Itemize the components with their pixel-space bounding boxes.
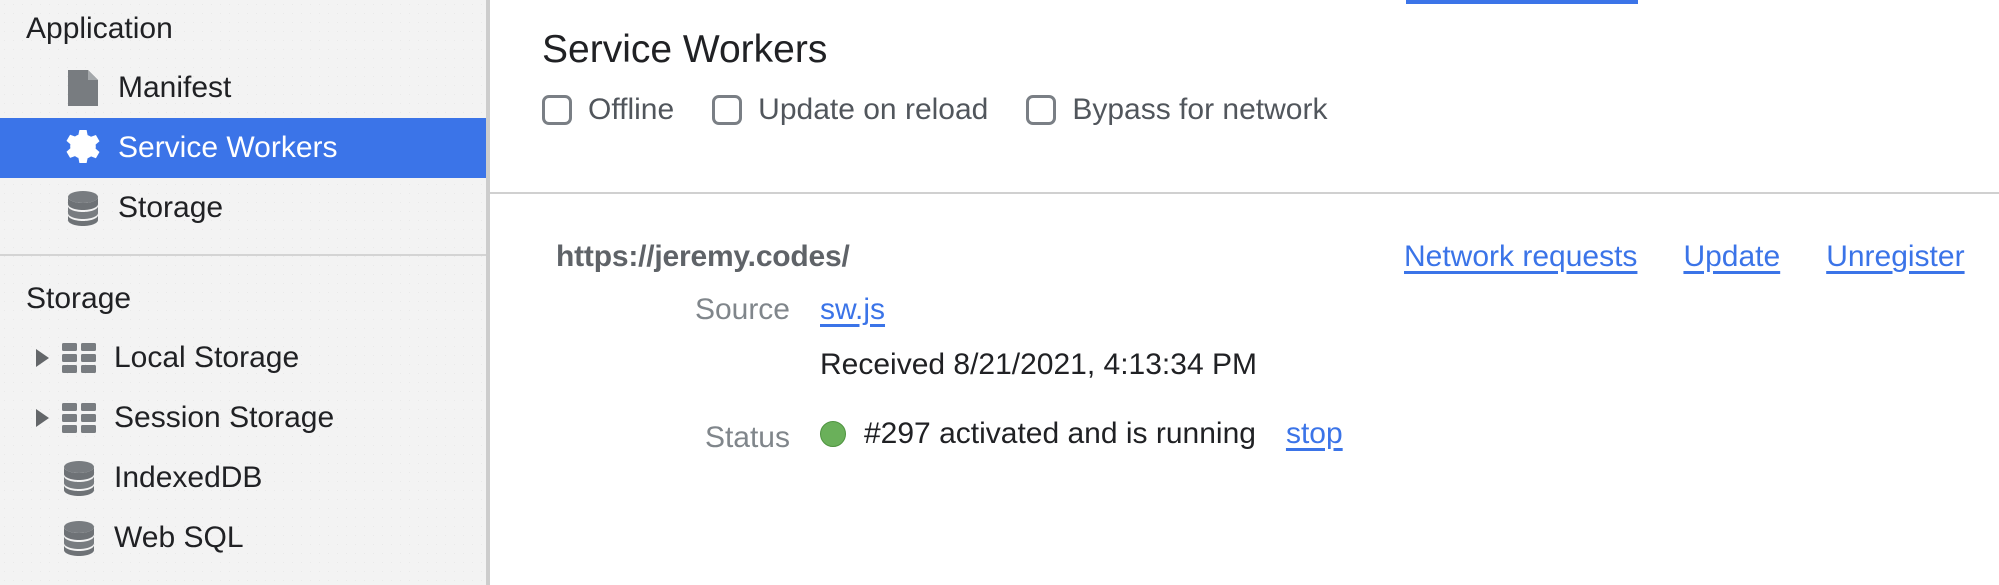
source-row: Source sw.js: [490, 292, 1999, 328]
checkbox-label: Update on reload: [758, 93, 989, 126]
status-row: Status #297 activated and is running sto…: [490, 416, 1999, 456]
chevron-right-icon[interactable]: [26, 343, 58, 373]
sidebar-item-label: Session Storage: [114, 401, 335, 434]
sidebar-section-header-storage: Storage: [26, 282, 132, 315]
chevron-placeholder-icon: [26, 523, 58, 553]
registration-header-row: https://jeremy.codes/ Network requests U…: [490, 192, 1999, 273]
source-file-link[interactable]: sw.js: [820, 292, 885, 328]
sidebar-item-indexeddb[interactable]: IndexedDB: [0, 448, 488, 508]
sidebar-item-label: Service Workers: [118, 131, 338, 164]
sidebar-item-label: Web SQL: [114, 521, 244, 554]
checkbox-label: Offline: [588, 93, 675, 126]
checkbox-box[interactable]: [712, 95, 743, 125]
database-icon: [62, 187, 104, 229]
update-link[interactable]: Update: [1683, 240, 1780, 274]
registration-scope-url: https://jeremy.codes/: [556, 240, 850, 273]
sidebar-item-label: Storage: [118, 191, 224, 224]
checkbox-offline[interactable]: Offline: [542, 95, 674, 125]
network-requests-link[interactable]: Network requests: [1404, 240, 1637, 274]
checkbox-bypass-for-network[interactable]: Bypass for network: [1026, 95, 1327, 125]
received-timestamp: Received 8/21/2021, 4:13:34 PM: [820, 348, 1257, 381]
database-icon: [58, 457, 100, 499]
sidebar-resize-handle[interactable]: [486, 0, 488, 585]
page-title: Service Workers: [542, 28, 828, 71]
received-spacer: [490, 348, 820, 382]
document-icon: [62, 67, 104, 109]
unregister-link[interactable]: Unregister: [1826, 240, 1964, 274]
devtools-application-panel: Application Manifest Service Workers Sto…: [0, 0, 1999, 585]
checkbox-update-on-reload[interactable]: Update on reload: [712, 95, 988, 125]
chevron-placeholder-icon: [26, 463, 58, 493]
service-worker-options-bar: Offline Update on reload Bypass for netw…: [490, 69, 1999, 125]
status-indicator-icon: [820, 421, 846, 447]
sidebar-navigation-tree: Application Manifest Service Workers Sto…: [0, 0, 490, 585]
checkbox-box[interactable]: [542, 95, 572, 125]
received-row: Received 8/21/2021, 4:13:34 PM: [490, 348, 1999, 382]
source-label: Source: [694, 293, 790, 326]
source-value: sw.js: [820, 292, 885, 328]
chevron-right-icon[interactable]: [26, 403, 58, 433]
sidebar-divider: [0, 254, 488, 256]
status-value: #297 activated and is running stop: [820, 416, 1343, 452]
sidebar-item-storage[interactable]: Storage: [0, 178, 488, 238]
sidebar-item-web-sql[interactable]: Web SQL: [0, 508, 488, 568]
status-label: Status: [704, 421, 790, 454]
sidebar-item-local-storage[interactable]: Local Storage: [0, 328, 488, 388]
sidebar-item-manifest[interactable]: Manifest: [0, 58, 488, 118]
sidebar-item-service-workers[interactable]: Service Workers: [0, 118, 488, 178]
checkbox-box[interactable]: [1026, 95, 1057, 125]
status-text: #297 activated and is running: [864, 417, 1256, 450]
service-worker-registration: https://jeremy.codes/ Network requests U…: [490, 192, 1999, 585]
database-icon: [58, 517, 100, 559]
sidebar-item-session-storage[interactable]: Session Storage: [0, 388, 488, 448]
gear-icon: [62, 127, 104, 169]
sidebar-item-label: Manifest: [118, 71, 232, 104]
sidebar-item-label: Local Storage: [114, 341, 300, 374]
checkbox-label: Bypass for network: [1072, 93, 1328, 126]
registration-actions: Network requests Update Unregister: [1404, 240, 1965, 274]
stop-link[interactable]: stop: [1286, 416, 1343, 452]
sidebar-section-header-application: Application: [26, 12, 173, 45]
table-icon: [58, 337, 100, 379]
service-workers-pane: Service Workers Offline Update on reload…: [490, 0, 1999, 585]
sidebar-item-label: IndexedDB: [114, 461, 263, 494]
table-icon: [58, 397, 100, 439]
clipped-link-underline: [1406, 0, 1638, 4]
